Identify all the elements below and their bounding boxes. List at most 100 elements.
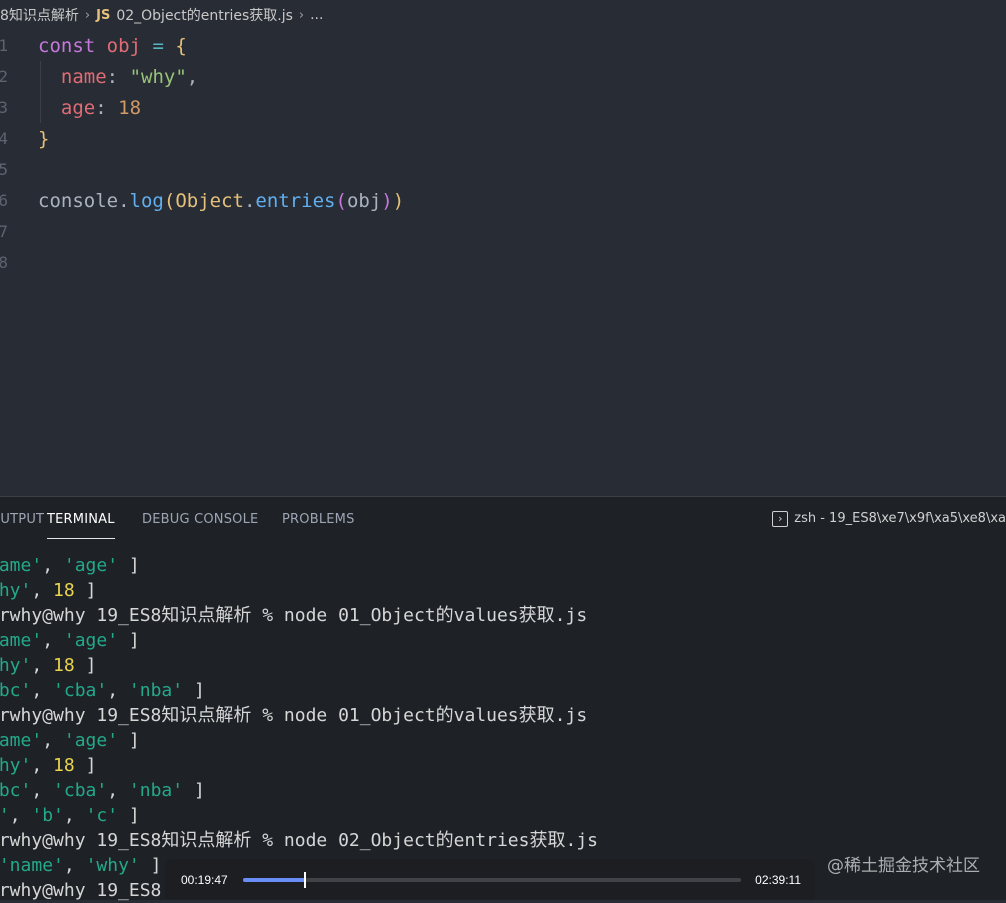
terminal-line: why', 18 ] [0, 653, 96, 678]
terminal-text: why' [0, 655, 32, 676]
terminal-text: , [63, 855, 86, 876]
terminal-text: abc' [0, 780, 32, 801]
terminal-text: ] [74, 580, 97, 601]
code-line-8: 8 [0, 247, 1006, 278]
terminal-text: name' [0, 630, 43, 651]
watermark: @稀土掘金技术社区 [827, 856, 980, 876]
tab-output[interactable]: OUTPUT [0, 497, 44, 541]
breadcrumb-file[interactable]: JS 02_Object的entries获取.js [96, 5, 293, 25]
chevron-right-icon: › [298, 7, 305, 23]
terminal-line: 'name', 'why' ] [0, 853, 161, 878]
method-log: log [129, 189, 164, 212]
terminal-text: why' [0, 580, 32, 601]
keyword-const: const [38, 34, 96, 57]
code-editor[interactable]: 1 const obj = { 2 name: "why", 3 age: 18… [0, 30, 1006, 496]
terminal-icon: › [772, 511, 789, 527]
terminal-text: ] [74, 655, 97, 676]
terminal-line: why', 18 ] [0, 578, 96, 603]
terminal-line: why', 18 ] [0, 753, 96, 778]
terminal-text: 'nba' [128, 680, 184, 701]
progress-track[interactable] [243, 872, 741, 888]
panel-tabs: OUTPUT TERMINAL DEBUG CONSOLE PROBLEMS ›… [0, 497, 1006, 541]
terminal-line: erwhy@why 19_ES8 [0, 878, 161, 903]
code-line-5: 5 [0, 154, 1006, 185]
string-why: "why" [129, 65, 187, 88]
paren-open: ( [335, 189, 347, 212]
terminal-text: , [42, 730, 64, 751]
tab-problems[interactable]: PROBLEMS [282, 497, 355, 541]
terminal-line: name', 'age' ] [0, 553, 140, 578]
terminal-text: 18 [53, 655, 75, 676]
terminal-text: ] [74, 755, 97, 776]
terminal-text: 'c' [85, 805, 119, 826]
line-number: 7 [0, 222, 8, 241]
paren-close: ) [381, 189, 393, 212]
code-line-4: 4 } [0, 123, 1006, 154]
terminal-line: name', 'age' ] [0, 728, 140, 753]
terminal-text: , [31, 655, 54, 676]
terminal-text: abc' [0, 680, 32, 701]
brace-open: { [175, 34, 187, 57]
terminal-text: , [31, 755, 54, 776]
progress-fill [243, 878, 306, 882]
terminal-text: ] [118, 630, 140, 651]
number-18: 18 [118, 96, 142, 119]
video-progress-bar[interactable]: 00:19:47 02:39:11 [165, 859, 815, 899]
terminal-text: 'cba' [53, 780, 108, 801]
terminal-text: , [42, 630, 64, 651]
terminal-text: ] [139, 855, 162, 876]
terminal-text: 'cba' [53, 680, 108, 701]
terminal-line: a', 'b', 'c' ] [0, 803, 140, 828]
terminal-line: erwhy@why 19_ES8知识点解析 % node 01_Object的v… [0, 703, 587, 728]
terminal-text: 'age' [63, 730, 119, 751]
code-line-1: 1 const obj = { [0, 30, 1006, 61]
terminal-text: erwhy@why 19_ES8知识点解析 % node 01_Object的v… [0, 705, 588, 726]
chevron-right-icon: › [84, 7, 91, 23]
breadcrumb-more[interactable]: ... [310, 7, 323, 23]
terminal-text: , [31, 580, 54, 601]
operator-assign: = [152, 34, 164, 57]
terminal-text: 'age' [63, 630, 119, 651]
tab-debug-console[interactable]: DEBUG CONSOLE [142, 497, 258, 541]
terminal-text: why' [0, 755, 32, 776]
breadcrumb-file-label: 02_Object的entries获取.js [116, 8, 293, 24]
line-number: 1 [0, 36, 8, 55]
js-file-icon: JS [96, 7, 111, 23]
terminal-line: erwhy@why 19_ES8知识点解析 % node 02_Object的e… [0, 828, 598, 853]
line-number: 6 [0, 191, 8, 210]
dot: . [243, 189, 256, 212]
terminal-text: 18 [53, 755, 75, 776]
terminal-text: , [31, 780, 54, 801]
terminal-text: erwhy@why 19_ES8 [0, 880, 162, 901]
colon: : [95, 96, 107, 119]
terminal-text: 'age' [63, 555, 119, 576]
identifier-obj: obj [106, 34, 141, 57]
terminal-line: abc', 'cba', 'nba' ] [0, 778, 205, 803]
bottom-panel: OUTPUT TERMINAL DEBUG CONSOLE PROBLEMS ›… [0, 496, 1006, 903]
class-object: Object [175, 189, 244, 212]
terminal-selector[interactable]: › zsh - 19_ES8\xe7\x9f\xa5\xe8\xa [772, 497, 1006, 541]
code-line-7: 7 [0, 216, 1006, 247]
terminal-text: 'why' [85, 855, 140, 876]
paren-close: ) [392, 189, 405, 212]
identifier-console: console [38, 189, 119, 212]
tab-terminal[interactable]: TERMINAL [47, 497, 115, 541]
property-age: age [60, 96, 96, 119]
line-number: 8 [0, 253, 8, 272]
terminal-text: 'nba' [128, 780, 184, 801]
terminal-text: , [31, 680, 54, 701]
terminal-text: , [107, 680, 129, 701]
paren-open: ( [163, 189, 176, 212]
breadcrumb-folder[interactable]: 8知识点解析 [0, 5, 79, 25]
dot: . [118, 189, 130, 212]
terminal-text: 'b' [31, 805, 64, 826]
method-entries: entries [255, 189, 336, 212]
terminal-text: name' [0, 555, 43, 576]
terminal-text: ] [118, 730, 140, 751]
line-number: 4 [0, 129, 8, 148]
terminal-text: , [107, 780, 129, 801]
terminal-text: name' [0, 730, 43, 751]
brace-close: } [38, 127, 50, 150]
progress-thumb[interactable] [304, 872, 307, 888]
terminal-text: ] [183, 780, 205, 801]
